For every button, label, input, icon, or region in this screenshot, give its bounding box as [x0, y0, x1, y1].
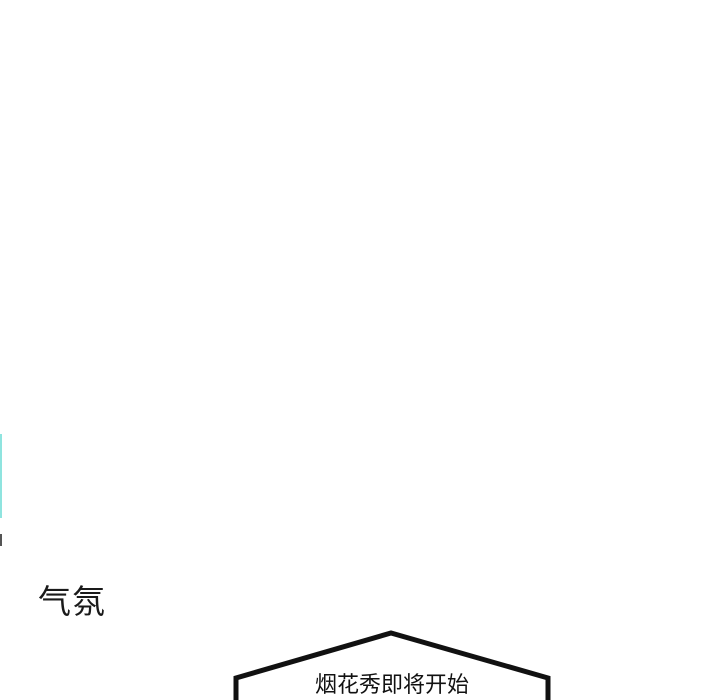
caption-box-outline [233, 630, 551, 700]
comic-panel: 气氛 烟花秀即将开始 [0, 0, 720, 700]
caption-text: 烟花秀即将开始 [314, 673, 469, 698]
